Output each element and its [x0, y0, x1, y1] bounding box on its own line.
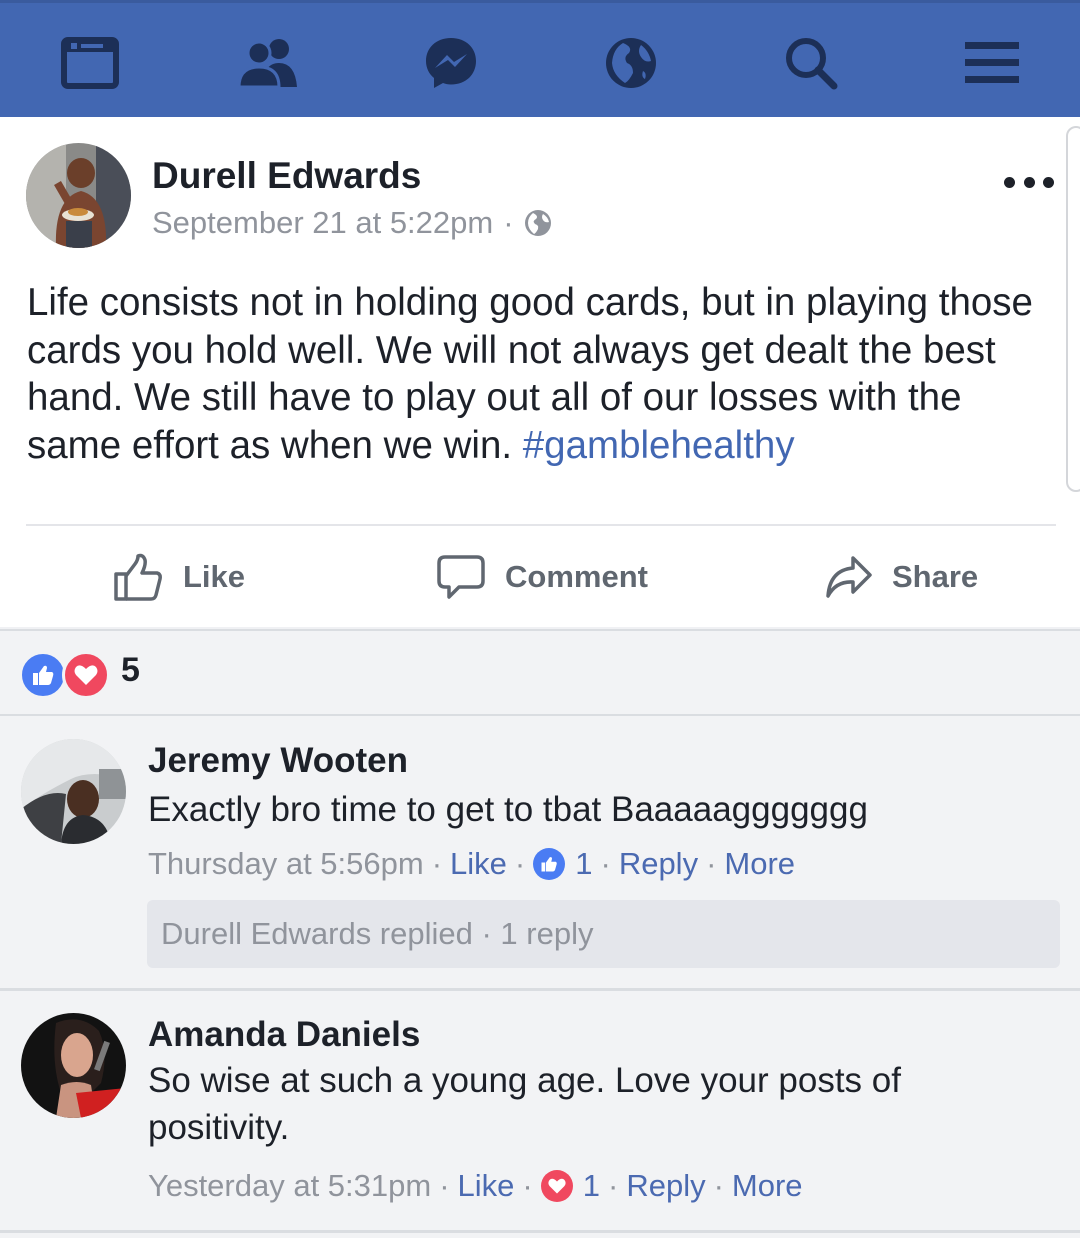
dot — [1004, 176, 1015, 188]
comment-item: Jeremy Wooten Exactly bro time to get to… — [0, 716, 1080, 988]
news-feed-button[interactable] — [55, 31, 125, 95]
comment-reply-link[interactable]: Reply — [619, 846, 698, 882]
share-button[interactable]: Share — [826, 549, 978, 605]
love-reaction-icon — [62, 651, 110, 699]
comment-more-link[interactable]: More — [724, 846, 795, 882]
menu-button[interactable] — [957, 31, 1027, 95]
comment-reply-link[interactable]: Reply — [626, 1168, 705, 1204]
meta-separator: · — [431, 846, 443, 881]
commenter-avatar[interactable] — [21, 1013, 126, 1118]
post-body: Life consists not in holding good cards,… — [27, 279, 1037, 469]
comment-divider — [0, 1230, 1080, 1233]
dot — [1023, 176, 1035, 188]
comment-bubble-icon — [437, 555, 485, 599]
meta-separator: · — [439, 1168, 450, 1203]
commenter-name[interactable]: Amanda Daniels — [148, 1015, 420, 1055]
messenger-icon — [426, 38, 476, 88]
reaction-count: 5 — [121, 651, 140, 689]
scrollbar[interactable] — [1066, 126, 1080, 492]
post-timestamp[interactable]: September 21 at 5:22pm — [152, 205, 493, 241]
commenter-avatar[interactable] — [21, 739, 126, 844]
comment-time[interactable]: Yesterday at 5:31pm — [148, 1168, 431, 1204]
like-button[interactable]: Like — [113, 549, 245, 605]
dot — [1043, 176, 1054, 188]
comment-item: Amanda Daniels So wise at such a young a… — [0, 991, 1080, 1238]
like-label: Like — [183, 559, 246, 594]
author-avatar[interactable] — [26, 143, 131, 248]
friends-icon — [237, 39, 297, 89]
search-button[interactable] — [776, 31, 846, 95]
meta-separator: · — [514, 846, 526, 881]
comment-more-link[interactable]: More — [732, 1168, 803, 1204]
view-replies-button[interactable]: Durell Edwards replied · 1 reply — [147, 900, 1060, 968]
love-reaction-icon — [540, 1170, 573, 1202]
messenger-button[interactable] — [416, 31, 486, 95]
like-reaction-icon — [19, 651, 67, 699]
commenter-name[interactable]: Jeremy Wooten — [148, 741, 408, 781]
like-reaction-icon — [533, 848, 566, 880]
comment-like-link[interactable]: Like — [450, 846, 507, 882]
menu-icon — [965, 42, 1019, 83]
thumbs-up-icon — [114, 553, 162, 601]
top-navigation-bar — [0, 0, 1080, 117]
notifications-globe-icon — [606, 38, 656, 88]
meta-separator: · — [522, 1168, 533, 1203]
post-divider — [26, 524, 1056, 526]
comment-button[interactable]: Comment — [437, 549, 648, 605]
globe-icon — [524, 210, 551, 236]
meta-separator: · — [503, 205, 514, 240]
comment-text: Exactly bro time to get to tbat Baaaaagg… — [148, 790, 868, 829]
post-meta: September 21 at 5:22pm · — [152, 205, 552, 241]
comment-reaction-count[interactable]: 1 — [575, 846, 592, 882]
comment-time[interactable]: Thursday at 5:56pm — [148, 846, 424, 882]
reactions-summary[interactable]: 5 — [0, 629, 1080, 716]
post-card: Durell Edwards September 21 at 5:22pm · … — [0, 117, 1080, 627]
notifications-button[interactable] — [596, 31, 666, 95]
friends-button[interactable] — [235, 31, 305, 95]
share-arrow-icon — [826, 556, 872, 598]
meta-separator: · — [706, 846, 717, 881]
comment-text: So wise at such a young age. Love your p… — [148, 1061, 901, 1147]
meta-separator: · — [600, 846, 611, 881]
post-options-button[interactable] — [1004, 167, 1054, 197]
meta-separator: · — [608, 1168, 619, 1203]
news-feed-icon — [61, 37, 119, 89]
hashtag-link[interactable]: #gamblehealthy — [523, 424, 795, 467]
search-icon — [786, 38, 838, 90]
post-author-name[interactable]: Durell Edwards — [152, 155, 421, 197]
share-label: Share — [892, 559, 979, 594]
meta-separator: · — [713, 1168, 724, 1203]
comment-label: Comment — [505, 559, 648, 594]
comment-meta: Thursday at 5:56pm · Like · 1 · Reply · … — [148, 846, 795, 882]
comment-meta: Yesterday at 5:31pm · Like · 1 · Reply ·… — [148, 1168, 803, 1204]
comment-reaction-count[interactable]: 1 — [583, 1168, 600, 1204]
comment-like-link[interactable]: Like — [458, 1168, 515, 1204]
